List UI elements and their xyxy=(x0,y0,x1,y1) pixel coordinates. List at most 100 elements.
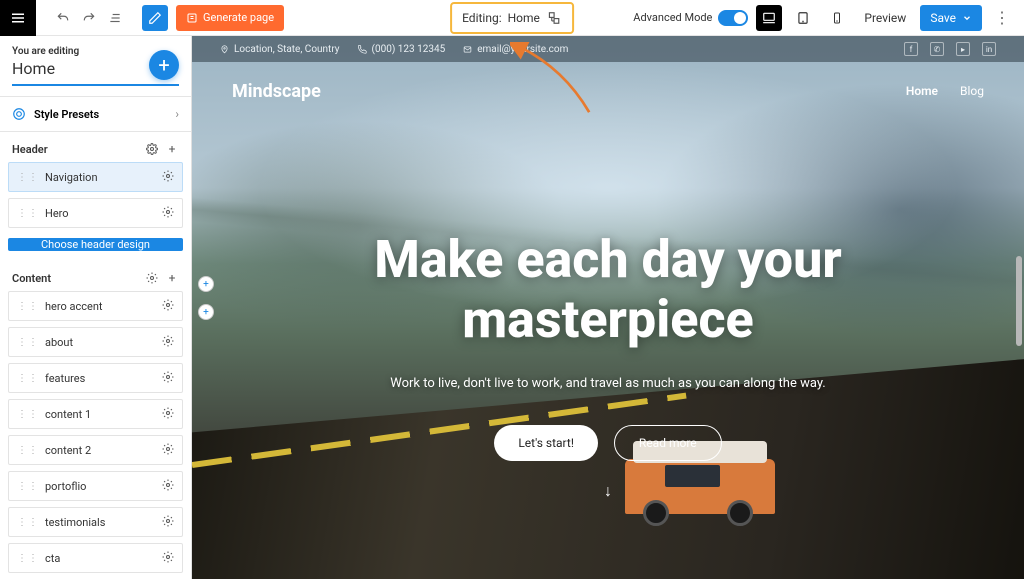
block-settings-icon[interactable] xyxy=(162,335,174,350)
chevron-right-icon: › xyxy=(175,107,179,121)
content-item[interactable]: ⋮⋮ content 1 xyxy=(8,399,183,429)
undo-button[interactable] xyxy=(50,5,76,31)
contact-phone: (000) 123 12345 xyxy=(358,44,446,55)
drag-handle-icon[interactable]: ⋮⋮ xyxy=(17,172,39,183)
change-page-icon[interactable] xyxy=(546,10,562,26)
choose-header-button[interactable]: Choose header design xyxy=(8,238,183,251)
more-menu-button[interactable]: ⋮ xyxy=(990,8,1014,27)
block-settings-icon[interactable] xyxy=(162,206,174,221)
content-item[interactable]: ⋮⋮ content 2 xyxy=(8,435,183,465)
header-settings-icon[interactable] xyxy=(145,142,159,156)
style-presets-icon xyxy=(12,107,26,121)
content-item[interactable]: ⋮⋮ features xyxy=(8,363,183,393)
block-settings-icon[interactable] xyxy=(162,515,174,530)
nav-blog[interactable]: Blog xyxy=(960,84,984,98)
content-title: Content xyxy=(12,272,139,285)
advanced-mode-group: Advanced Mode xyxy=(633,10,748,26)
block-label: hero accent xyxy=(45,300,156,313)
redo-button[interactable] xyxy=(76,5,102,31)
style-presets-label: Style Presets xyxy=(34,108,167,121)
drag-handle-icon[interactable]: ⋮⋮ xyxy=(17,445,39,456)
block-settings-icon[interactable] xyxy=(162,443,174,458)
contact-email: email@yoursite.com xyxy=(463,44,568,55)
content-add-icon[interactable]: + xyxy=(165,271,179,285)
header-section-head: Header + xyxy=(0,132,191,162)
edit-mode-button[interactable] xyxy=(142,5,168,31)
left-sidebar: You are editing Home + Style Presets › H… xyxy=(0,36,192,579)
contact-location: Location, State, Country xyxy=(220,44,340,55)
block-settings-icon[interactable] xyxy=(162,479,174,494)
advanced-mode-toggle[interactable] xyxy=(718,10,748,26)
menu-button[interactable] xyxy=(0,0,36,36)
block-label: Navigation xyxy=(45,171,156,184)
canvas-scrollbar[interactable] xyxy=(1016,256,1022,346)
content-item[interactable]: ⋮⋮cta xyxy=(8,543,183,573)
block-label: Hero xyxy=(45,207,156,220)
block-settings-icon[interactable] xyxy=(162,551,174,566)
header-item[interactable]: ⋮⋮ Hero xyxy=(8,198,183,228)
hero-title[interactable]: Make each day your masterpiece xyxy=(232,230,984,350)
content-section-head: Content + xyxy=(0,261,191,291)
header-add-icon[interactable]: + xyxy=(165,142,179,156)
content-item[interactable]: ⋮⋮ portoflio xyxy=(8,471,183,501)
device-tablet-button[interactable] xyxy=(790,5,816,31)
block-settings-icon[interactable] xyxy=(162,407,174,422)
social-facebook-icon[interactable]: f xyxy=(904,42,918,56)
content-settings-icon[interactable] xyxy=(145,271,159,285)
social-youtube-icon[interactable]: ▸ xyxy=(956,42,970,56)
header-title: Header xyxy=(12,143,139,156)
generate-page-button[interactable]: Generate page xyxy=(176,5,284,31)
block-settings-icon[interactable] xyxy=(162,371,174,386)
drag-handle-icon[interactable]: ⋮⋮ xyxy=(17,337,39,348)
site-nav: Mindscape Home Blog xyxy=(192,62,1024,120)
pin-icon xyxy=(220,45,229,54)
drag-handle-icon[interactable]: ⋮⋮ xyxy=(17,481,39,492)
block-settings-icon[interactable] xyxy=(162,170,174,185)
page-canvas[interactable]: Location, State, Country (000) 123 12345… xyxy=(192,36,1024,579)
header-item[interactable]: ⋮⋮ Navigation xyxy=(8,162,183,192)
mail-icon xyxy=(463,45,472,54)
preview-button[interactable]: Preview xyxy=(858,11,912,25)
drag-handle-icon[interactable]: ⋮⋮ xyxy=(17,553,39,564)
save-button[interactable]: Save xyxy=(920,5,982,31)
drag-handle-icon[interactable]: ⋮⋮ xyxy=(17,301,39,312)
generate-page-label: Generate page xyxy=(203,11,274,24)
phone-icon xyxy=(358,45,367,54)
hero-content: Make each day your masterpiece Work to l… xyxy=(192,230,1024,501)
list-button[interactable] xyxy=(102,5,128,31)
device-mobile-button[interactable] xyxy=(824,5,850,31)
block-add-handle[interactable]: + xyxy=(198,276,214,292)
hero-cta-secondary[interactable]: Read more xyxy=(614,425,722,461)
editing-panel: You are editing Home + xyxy=(0,36,191,97)
block-label: content 1 xyxy=(45,408,156,421)
nav-home[interactable]: Home xyxy=(906,84,938,98)
site-brand[interactable]: Mindscape xyxy=(232,81,321,102)
save-label: Save xyxy=(930,11,956,25)
content-item[interactable]: ⋮⋮ about xyxy=(8,327,183,357)
drag-handle-icon[interactable]: ⋮⋮ xyxy=(17,409,39,420)
drag-handle-icon[interactable]: ⋮⋮ xyxy=(17,373,39,384)
content-item[interactable]: ⋮⋮ hero accent xyxy=(8,291,183,321)
social-linkedin-icon[interactable]: in xyxy=(982,42,996,56)
drag-handle-icon[interactable]: ⋮⋮ xyxy=(17,208,39,219)
device-desktop-button[interactable] xyxy=(756,5,782,31)
hero-cta-primary[interactable]: Let's start! xyxy=(494,425,598,461)
advanced-mode-label: Advanced Mode xyxy=(633,11,712,24)
block-add-handle[interactable]: + xyxy=(198,304,214,320)
editing-page-name: Home xyxy=(508,11,540,25)
content-item[interactable]: ⋮⋮testimonials xyxy=(8,507,183,537)
editing-page-pill[interactable]: Editing: Home xyxy=(450,2,574,34)
block-label: about xyxy=(45,336,156,349)
scroll-down-icon[interactable]: ↓ xyxy=(232,481,984,501)
style-presets-row[interactable]: Style Presets › xyxy=(0,97,191,132)
block-label: portoflio xyxy=(45,480,156,493)
add-block-button[interactable]: + xyxy=(149,50,179,80)
social-whatsapp-icon[interactable]: ✆ xyxy=(930,42,944,56)
drag-handle-icon[interactable]: ⋮⋮ xyxy=(17,517,39,528)
block-label: content 2 xyxy=(45,444,156,457)
hero-subtitle[interactable]: Work to live, don't live to work, and tr… xyxy=(232,376,984,391)
block-label: features xyxy=(45,372,156,385)
editing-label: Editing: xyxy=(462,11,502,25)
contact-bar: Location, State, Country (000) 123 12345… xyxy=(192,36,1024,62)
block-settings-icon[interactable] xyxy=(162,299,174,314)
